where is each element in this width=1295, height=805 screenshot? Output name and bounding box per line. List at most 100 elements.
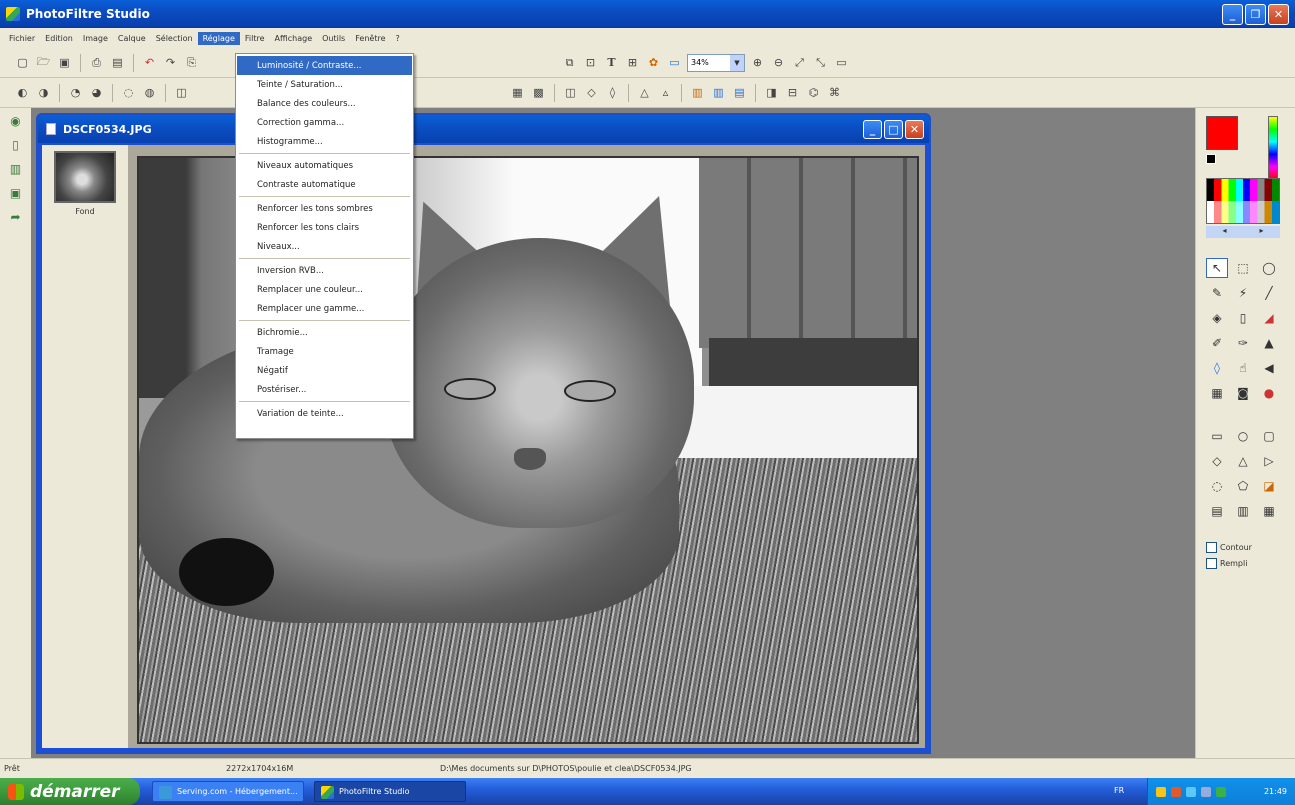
menu-item-replace-range[interactable]: Remplacer une gamme... [237,299,412,318]
menu-item-auto-levels[interactable]: Niveaux automatiques [237,156,412,175]
eyedropper-tool-icon[interactable]: ✎ [1206,283,1228,303]
menu-selection[interactable]: Sélection [151,32,198,45]
fill-checkbox[interactable] [1206,558,1217,569]
fullscreen-icon[interactable]: ▭ [666,54,683,71]
layers-icon[interactable]: ⊞ [624,54,641,71]
menu-item-levels[interactable]: Niveaux... [237,237,412,256]
custom-shape-icon[interactable]: ◪ [1258,476,1280,496]
scan-icon[interactable]: ▤ [109,54,126,71]
menu-outils[interactable]: Outils [317,32,350,45]
open-folder-icon[interactable]: 🗁 [35,54,52,71]
advanced-brush-tool-icon[interactable]: ✑ [1232,333,1254,353]
menu-reglage[interactable]: Réglage [197,31,240,45]
diamond-shape-icon[interactable]: ◇ [1206,451,1228,471]
menu-item-strengthen-dark-tones[interactable]: Renforcer les tons sombres [237,199,412,218]
menu-item-brightness-contrast[interactable]: Luminosité / Contraste... [237,56,412,75]
magic-wand-tool-icon[interactable]: ⚡ [1232,283,1254,303]
doc-close-button[interactable]: ✕ [905,120,924,139]
menu-affichage[interactable]: Affichage [270,32,318,45]
menu-fichier[interactable]: Fichier [4,32,40,45]
color-balance-icon[interactable]: ▥ [710,84,727,101]
contrast-icon[interactable]: ◑ [35,84,52,101]
actual-size-icon[interactable]: ⤡ [812,54,829,71]
print-icon[interactable]: ⎙ [88,54,105,71]
blur-icon[interactable]: ◌ [120,84,137,101]
zoom-in-icon[interactable]: ⊕ [749,54,766,71]
image-size-icon[interactable]: ⧉ [561,54,578,71]
line-tool-icon[interactable]: ╱ [1258,283,1280,303]
undo-icon[interactable]: ↶ [141,54,158,71]
crop-icon[interactable]: ⊡ [582,54,599,71]
menu-item-hue-variation[interactable]: Variation de teinte... [237,404,412,423]
layer-thumbnail[interactable] [54,151,116,203]
redo-icon[interactable]: ↷ [162,54,179,71]
menu-item-histogram[interactable]: Histogramme... [237,132,412,151]
contour-checkbox[interactable] [1206,542,1217,553]
menu-item-duotone[interactable]: Bichromie... [237,323,412,342]
fill-tool-icon[interactable]: ◈ [1206,308,1228,328]
rectangle-shape-icon[interactable]: ▭ [1206,426,1228,446]
menu-item-hue-saturation[interactable]: Teinte / Saturation... [237,75,412,94]
menu-image[interactable]: Image [78,32,113,45]
lasso-shape-icon[interactable]: ◌ [1206,476,1228,496]
contour-option[interactable]: Contour [1206,542,1252,553]
export-icon[interactable]: ➦ [7,208,25,226]
language-indicator[interactable]: FR [1114,786,1124,795]
polygon-shape-icon[interactable]: ⬠ [1232,476,1254,496]
zoom-select[interactable]: 34% ▼ [687,53,745,72]
fill-option[interactable]: Rempli [1206,558,1247,569]
minimize-button[interactable]: _ [1222,4,1243,25]
frame-icon[interactable]: ◫ [562,84,579,101]
menu-help[interactable]: ? [390,32,404,45]
clone-tool-icon[interactable]: ◙ [1232,383,1254,403]
menu-item-color-balance[interactable]: Balance des couleurs... [237,94,412,113]
menu-filtre[interactable]: Filtre [240,32,270,45]
grid-icon[interactable]: ▩ [530,84,547,101]
finger-tool-icon[interactable]: ☝ [1232,358,1254,378]
chevron-down-icon[interactable]: ▼ [730,54,744,71]
menu-item-strengthen-light-tones[interactable]: Renforcer les tons clairs [237,218,412,237]
doc-maximize-button[interactable]: □ [884,120,903,139]
zoom-out-icon[interactable]: ⊖ [770,54,787,71]
blur-drop-tool-icon[interactable]: ◊ [1206,358,1228,378]
play-shape-icon[interactable]: ▷ [1258,451,1280,471]
sharpen-icon[interactable]: ◍ [141,84,158,101]
menu-item-dithering[interactable]: Tramage [237,342,412,361]
menu-item-posterize[interactable]: Postériser... [237,380,412,399]
rounded-rect-shape-icon[interactable]: ▢ [1258,426,1280,446]
emboss-icon[interactable]: ◫ [173,84,190,101]
palette-icon[interactable]: ▥ [689,84,706,101]
triangle-shape-icon[interactable]: △ [1232,451,1254,471]
doc-minimize-button[interactable]: _ [863,120,882,139]
gamma-icon[interactable]: ◕ [88,84,105,101]
text-icon[interactable]: T [603,54,620,71]
triangle-icon[interactable]: △ [636,84,653,101]
options-icon[interactable]: ⊟ [784,84,801,101]
save-icon[interactable]: ▣ [56,54,73,71]
automate-icon[interactable]: ⌘ [826,84,843,101]
taskbar-item-browser[interactable]: Serving.com - Hébergement... [152,781,304,802]
pattern-tool-icon[interactable]: ▦ [1206,383,1228,403]
tray-icon[interactable] [1186,786,1196,797]
histogram-icon[interactable]: ▤ [731,84,748,101]
taskbar-item-photofiltre[interactable]: PhotoFiltre Studio [314,781,466,802]
align-left-icon[interactable]: ▤ [1206,501,1228,521]
brush-tool-icon[interactable]: ✐ [1206,333,1228,353]
color-palette[interactable] [1206,178,1280,224]
fit-window-icon[interactable]: ⤢ [791,54,808,71]
transparency-icon[interactable]: ✿ [645,54,662,71]
align-right-icon[interactable]: ▦ [1258,501,1280,521]
align-center-icon[interactable]: ▥ [1232,501,1254,521]
menu-calque[interactable]: Calque [113,32,151,45]
tray-icon[interactable] [1216,786,1226,797]
drop-icon[interactable]: ◇ [583,84,600,101]
saturation-icon[interactable]: ◔ [67,84,84,101]
tray-icon[interactable] [1171,786,1181,797]
mosaic-icon[interactable]: ▦ [509,84,526,101]
menu-item-auto-contrast[interactable]: Contraste automatique [237,175,412,194]
ellipse-shape-icon[interactable]: ○ [1232,426,1254,446]
lasso-tool-icon[interactable]: ◯ [1258,258,1280,278]
eraser-tool-icon[interactable]: ◢ [1258,308,1280,328]
menu-edition[interactable]: Edition [40,32,78,45]
menu-item-replace-color[interactable]: Remplacer une couleur... [237,280,412,299]
